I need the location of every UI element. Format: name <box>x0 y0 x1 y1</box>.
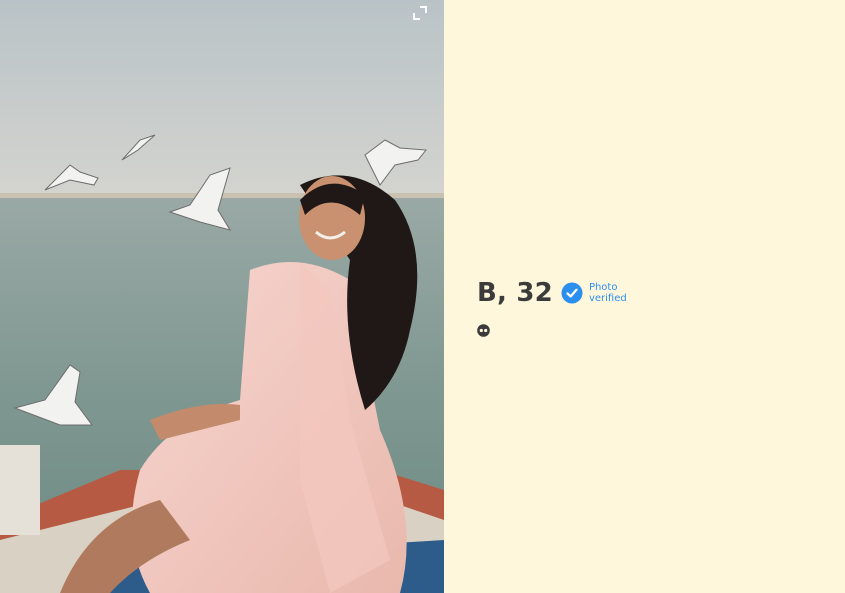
profile-name-age: B, 32 <box>477 278 553 308</box>
expand-icon <box>413 6 427 20</box>
name-row: B, 32 Photo verified <box>477 276 633 310</box>
verified-check-icon <box>561 282 583 304</box>
profile-info: B, 32 Photo verified <box>477 276 633 341</box>
photo-verified-label: Photo verified <box>588 282 627 304</box>
expand-photo-button[interactable] <box>410 3 430 23</box>
dots-icon[interactable] <box>477 324 490 337</box>
profile-photo-image <box>0 0 444 593</box>
profile-photo[interactable] <box>0 0 444 593</box>
